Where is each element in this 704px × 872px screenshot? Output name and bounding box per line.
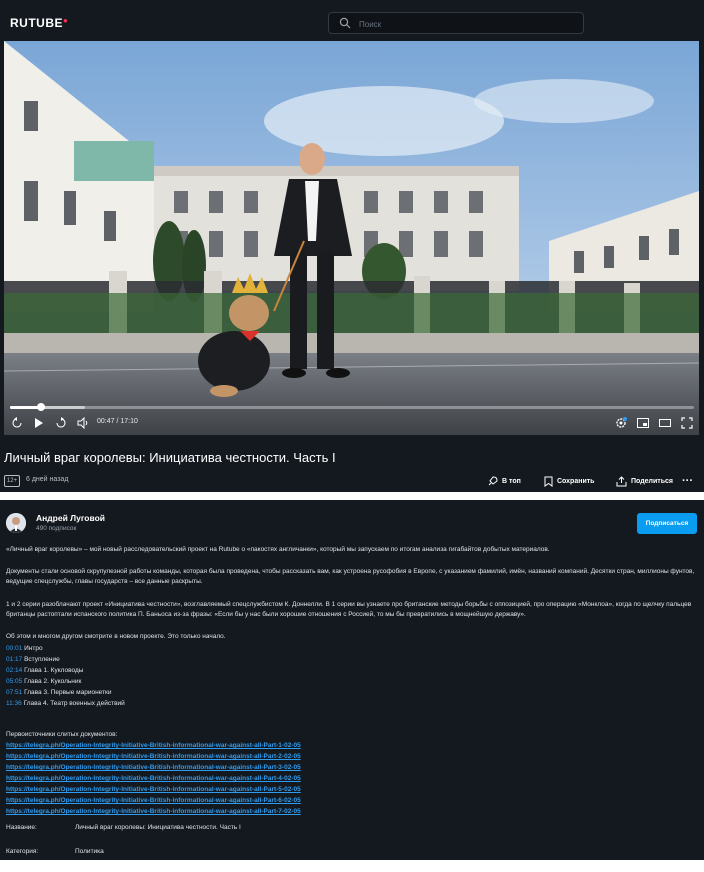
logo-dot-icon: ● <box>63 16 69 25</box>
search-box[interactable] <box>328 12 584 34</box>
sources-heading: Первоисточники слитых документов: <box>6 731 118 738</box>
description-paragraph-1: «Личный враг королевы» – мой новый рассл… <box>6 546 550 553</box>
subscribe-button[interactable]: Подписаться <box>637 513 697 534</box>
logo-text: RUTUBE <box>10 16 63 30</box>
play-button[interactable] <box>32 416 46 430</box>
chapter-item: 01:17 Вступление <box>6 654 698 665</box>
volume-button[interactable] <box>76 416 90 430</box>
share-icon <box>616 475 627 486</box>
chapter-list: 00:01 Интро 01:17 Вступление 02:14 Глава… <box>6 643 698 709</box>
time-display: 00:47 / 17:10 <box>97 418 138 425</box>
search-icon <box>339 17 351 29</box>
chapter-item: 02:14 Глава 1. Кукловоды <box>6 665 698 676</box>
bookmark-icon <box>544 476 553 487</box>
chapter-label: Интро <box>24 645 43 652</box>
site-header: RUTUBE● <box>0 8 704 36</box>
published-time: 6 дней назад <box>26 476 69 483</box>
source-link[interactable]: https://telegra.ph/Operation-Integrity-I… <box>6 806 698 817</box>
video-scene <box>4 41 699 435</box>
search-input[interactable] <box>357 15 581 33</box>
volume-icon <box>77 417 88 429</box>
chapter-timestamp[interactable]: 02:14 <box>6 667 22 674</box>
player-controls: 00:47 / 17:10 <box>4 400 699 435</box>
rocket-icon <box>488 475 498 485</box>
subscriber-count: 490 подписок <box>36 525 77 532</box>
source-link[interactable]: https://telegra.ph/Operation-Integrity-I… <box>6 751 698 762</box>
age-rating-badge: 12+ <box>4 475 20 487</box>
info-name-value: Личный враг королевы: Инициатива честнос… <box>75 824 241 831</box>
chapter-label: Глава 2. Кукольник <box>24 678 82 685</box>
top-panel: RUTUBE● Поиск 00:47 / 17:10 Личный враг … <box>0 0 704 492</box>
info-name-label: Название: <box>6 824 37 831</box>
share-label: Поделиться <box>631 477 674 485</box>
gear-icon <box>616 417 627 428</box>
source-links: https://telegra.ph/Operation-Integrity-I… <box>6 740 698 817</box>
forward-10-icon <box>56 417 66 428</box>
chapter-timestamp[interactable]: 01:17 <box>6 656 22 663</box>
fullscreen-icon <box>681 417 693 429</box>
chapter-timestamp[interactable]: 07:51 <box>6 689 22 696</box>
chapter-label: Глава 3. Первые марионетки <box>24 689 112 696</box>
chapter-item: 11:36 Глава 4. Театр военных действий <box>6 698 698 709</box>
more-button[interactable]: ··· <box>682 474 693 488</box>
video-title: Личный враг королевы: Инициатива честнос… <box>4 450 336 465</box>
chapter-label: Вступление <box>24 656 60 663</box>
miniplayer-button[interactable] <box>636 416 650 430</box>
chapter-item: 07:51 Глава 3. Первые марионетки <box>6 687 698 698</box>
chapter-label: Глава 1. Кукловоды <box>24 667 84 674</box>
chapter-timestamp[interactable]: 00:01 <box>6 645 22 652</box>
video-frame[interactable] <box>4 41 699 435</box>
save-label: Сохранить <box>557 477 595 485</box>
theater-mode-button[interactable] <box>658 416 672 430</box>
avatar-image <box>6 513 26 533</box>
description-panel: Андрей Луговой 490 подписок Подписаться … <box>0 500 704 860</box>
theater-icon <box>659 419 671 427</box>
top-label: В топ <box>502 477 521 485</box>
info-category-label: Категория: <box>6 848 39 855</box>
description-paragraph-2: Документы стали основой скрупулезной раб… <box>6 568 695 585</box>
share-button[interactable]: Поделиться <box>616 474 673 488</box>
fullscreen-button[interactable] <box>680 416 694 430</box>
description-paragraph-3: 1 и 2 серии разоблачают проект «Инициати… <box>6 601 692 618</box>
chapter-item: 05:05 Глава 2. Кукольник <box>6 676 698 687</box>
source-link[interactable]: https://telegra.ph/Operation-Integrity-I… <box>6 784 698 795</box>
avatar[interactable] <box>6 513 26 533</box>
forward-button[interactable] <box>54 416 68 430</box>
source-link[interactable]: https://telegra.ph/Operation-Integrity-I… <box>6 773 698 784</box>
chapter-timestamp[interactable]: 11:36 <box>6 700 22 707</box>
chapter-timestamp[interactable]: 05:05 <box>6 678 22 685</box>
source-link[interactable]: https://telegra.ph/Operation-Integrity-I… <box>6 740 698 751</box>
info-category-value[interactable]: Политика <box>75 848 104 855</box>
more-dots-icon: ··· <box>682 475 693 487</box>
play-icon <box>35 418 43 428</box>
channel-name[interactable]: Андрей Луговой <box>36 513 105 523</box>
settings-button[interactable] <box>614 416 628 430</box>
rutube-logo[interactable]: RUTUBE● <box>10 16 68 30</box>
progress-knob[interactable] <box>37 403 46 411</box>
rewind-10-icon <box>12 417 22 428</box>
progress-bar[interactable] <box>10 403 694 411</box>
source-link[interactable]: https://telegra.ph/Operation-Integrity-I… <box>6 795 698 806</box>
save-button[interactable]: Сохранить <box>544 474 594 488</box>
miniplayer-icon <box>637 418 649 428</box>
top-button[interactable]: В топ <box>487 474 521 488</box>
chapter-label: Глава 4. Театр военных действий <box>23 700 125 707</box>
chapter-item: 00:01 Интро <box>6 643 698 654</box>
source-link[interactable]: https://telegra.ph/Operation-Integrity-I… <box>6 762 698 773</box>
description-paragraph-4: Об этом и многом другом смотрите в новом… <box>6 633 226 640</box>
rewind-button[interactable] <box>10 416 24 430</box>
video-meta: 12+ 6 дней назад В топ Сохранить Поделит… <box>4 474 700 488</box>
